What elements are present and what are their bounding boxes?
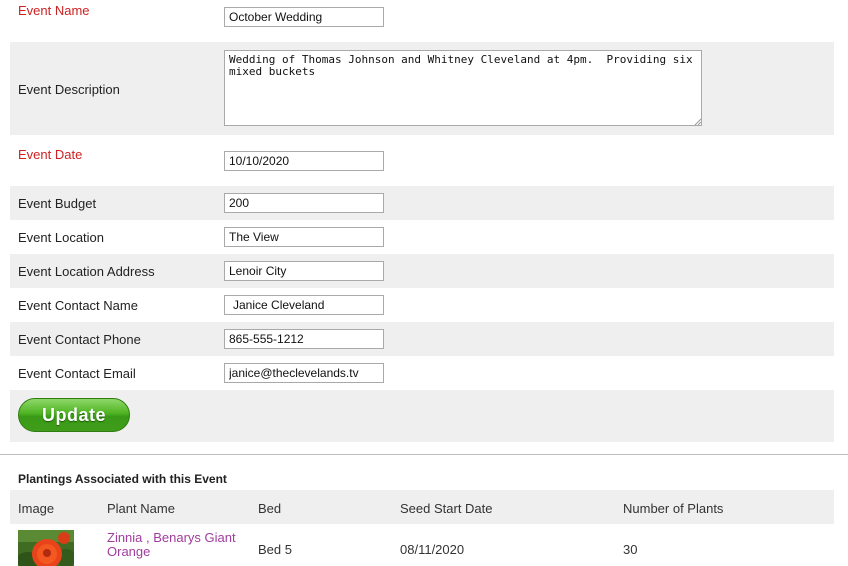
- row-event-contact-email: Event Contact Email: [10, 356, 834, 390]
- event-contact-phone-label: Event Contact Phone: [18, 332, 141, 347]
- row-event-date: Event Date: [10, 135, 834, 186]
- section-divider: [0, 454, 848, 455]
- number-of-plants-cell: 30: [623, 542, 638, 557]
- event-contact-phone-input[interactable]: [224, 329, 384, 349]
- event-description-textarea[interactable]: Wedding of Thomas Johnson and Whitney Cl…: [224, 50, 702, 126]
- row-event-budget: Event Budget: [10, 186, 834, 220]
- event-form: Event Name Event Description Wedding of …: [10, 0, 834, 442]
- plant-thumbnail[interactable]: [18, 530, 74, 566]
- event-budget-label: Event Budget: [18, 196, 97, 211]
- zinnia-flower-image: [18, 530, 74, 566]
- event-date-label: Event Date: [18, 147, 83, 162]
- col-header-image: Image: [18, 501, 55, 516]
- row-event-location: Event Location: [10, 220, 834, 254]
- col-header-number-of-plants: Number of Plants: [623, 501, 724, 516]
- plantings-section-title: Plantings Associated with this Event: [18, 472, 227, 486]
- row-event-location-address: Event Location Address: [10, 254, 834, 288]
- event-contact-email-label: Event Contact Email: [18, 366, 136, 381]
- event-budget-input[interactable]: [224, 193, 384, 213]
- event-date-input[interactable]: [224, 151, 384, 171]
- event-location-label: Event Location: [18, 230, 105, 245]
- event-name-label: Event Name: [18, 3, 90, 18]
- plantings-table-header: Image Plant Name Bed Seed Start Date Num…: [10, 490, 834, 524]
- event-location-address-input[interactable]: [224, 261, 384, 281]
- col-header-seed-start-date: Seed Start Date: [400, 501, 493, 516]
- row-event-contact-name: Event Contact Name: [10, 288, 834, 322]
- bed-cell: Bed 5: [258, 542, 292, 557]
- event-contact-name-input[interactable]: [224, 295, 384, 315]
- update-button[interactable]: Update: [18, 398, 130, 432]
- event-location-address-label: Event Location Address: [18, 264, 155, 279]
- event-contact-name-label: Event Contact Name: [18, 298, 138, 313]
- plant-name-cell: Zinnia , Benarys Giant Orange: [107, 531, 247, 559]
- event-contact-email-input[interactable]: [224, 363, 384, 383]
- table-row: Zinnia , Benarys Giant Orange Bed 5 08/1…: [10, 528, 834, 566]
- col-header-bed: Bed: [258, 501, 282, 516]
- seed-start-date-cell: 08/11/2020: [400, 542, 465, 557]
- col-header-plant-name: Plant Name: [107, 501, 175, 516]
- row-event-description: Event Description Wedding of Thomas John…: [10, 42, 834, 135]
- row-event-contact-phone: Event Contact Phone: [10, 322, 834, 356]
- row-event-name: Event Name: [10, 0, 834, 42]
- event-location-input[interactable]: [224, 227, 384, 247]
- event-description-label: Event Description: [18, 82, 120, 97]
- plant-name-link[interactable]: Zinnia , Benarys Giant Orange: [107, 530, 236, 559]
- event-name-input[interactable]: [224, 7, 384, 27]
- resize-grip-icon[interactable]: [694, 118, 702, 126]
- row-update: Update: [10, 390, 834, 442]
